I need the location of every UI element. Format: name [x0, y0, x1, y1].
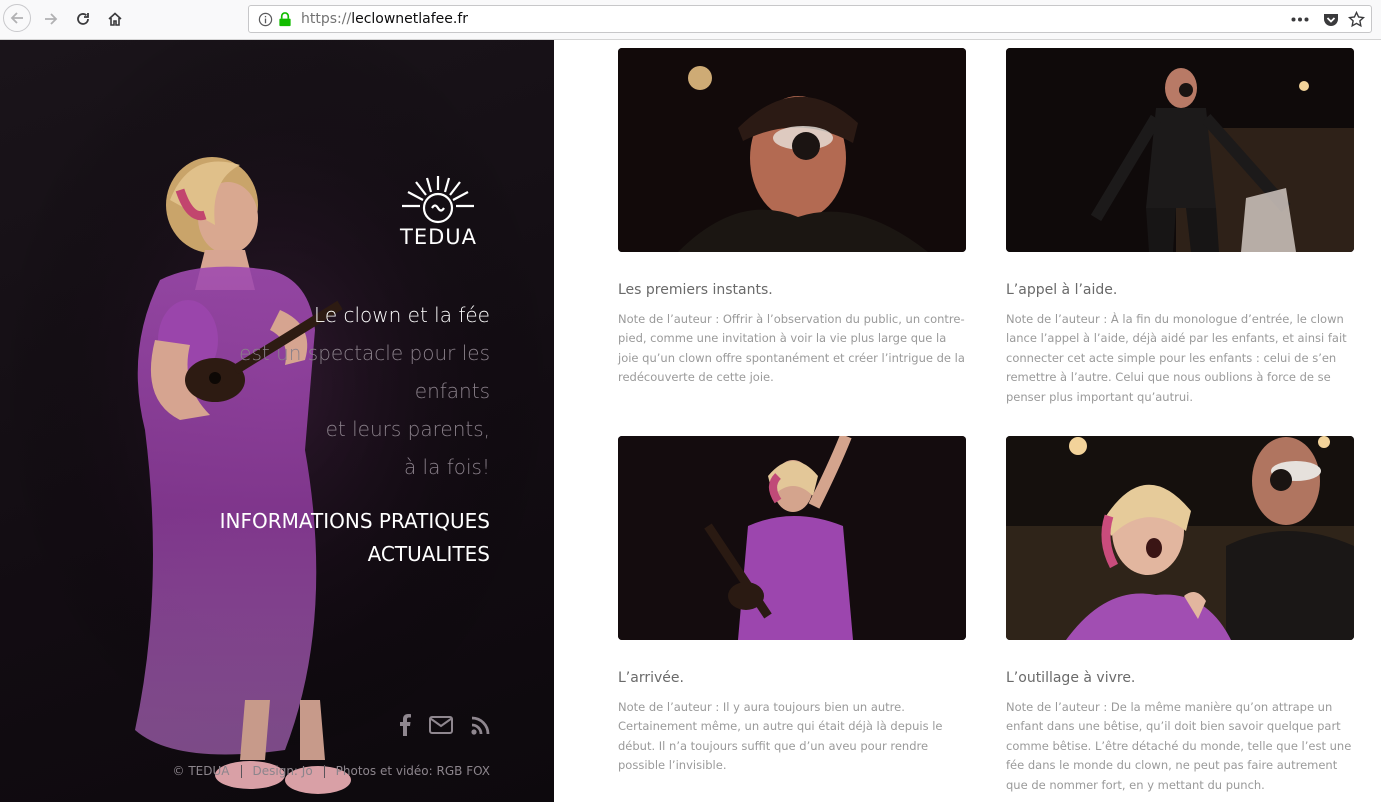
facebook-icon[interactable] — [399, 714, 411, 741]
card-title: Les premiers instants. — [618, 282, 773, 298]
content-grid: Les premiers instants. Note de l’auteur … — [554, 40, 1381, 802]
divider — [240, 764, 242, 778]
star-icon[interactable] — [1348, 11, 1365, 28]
card-title: L’outillage à vivre. — [1006, 670, 1136, 686]
card-text: Note de l’auteur : À la fin du monologue… — [1006, 312, 1347, 404]
address-bar[interactable]: https://leclownetlafee.fr — [248, 5, 1372, 33]
copyright-text: © TEDUA — [172, 764, 230, 778]
home-icon — [108, 12, 122, 26]
url-text[interactable]: https://leclownetlafee.fr — [301, 11, 468, 27]
tagline-line: Le clown et la fée — [314, 303, 490, 327]
show-card: L’outillage à vivre. Note de l’auteur : … — [1006, 436, 1354, 795]
hero-tagline: Le clown et la fée est un spectacle pour… — [239, 296, 490, 486]
reload-button[interactable] — [68, 5, 98, 33]
more-icon[interactable] — [1291, 17, 1309, 22]
mail-icon[interactable] — [429, 716, 453, 739]
home-button[interactable] — [100, 5, 130, 33]
card-text: Note de l’auteur : Offrir à l’observatio… — [618, 312, 965, 385]
lock-icon[interactable] — [278, 12, 292, 27]
card-text: Note de l’auteur : Il y aura toujours bi… — [618, 700, 943, 773]
main-menu: INFORMATIONS PRATIQUES ACTUALITES — [220, 505, 490, 571]
card-title: L’arrivée. — [618, 670, 684, 686]
show-card: Les premiers instants. Note de l’auteur … — [618, 48, 966, 388]
hero-panel: TEDUA Le clown et la fée est un spectacl… — [0, 40, 554, 802]
menu-informations-pratiques[interactable]: INFORMATIONS PRATIQUES — [220, 505, 490, 538]
menu-actualites[interactable]: ACTUALITES — [220, 538, 490, 571]
info-icon[interactable] — [258, 12, 273, 27]
card-photo[interactable] — [1006, 48, 1354, 252]
card-photo[interactable] — [618, 436, 966, 640]
browser-toolbar: https://leclownetlafee.fr — [0, 0, 1381, 40]
logo-text: TEDUA — [400, 225, 478, 249]
show-card: L’appel à l’aide. Note de l’auteur : À l… — [1006, 48, 1354, 407]
card-photo[interactable] — [618, 48, 966, 252]
show-card: L’arrivée. Note de l’auteur : Il y aura … — [618, 436, 966, 776]
card-text: Note de l’auteur : De la même manière qu… — [1006, 700, 1352, 792]
tagline-line: et leurs parents, — [325, 417, 490, 441]
back-button[interactable] — [3, 4, 31, 32]
card-photo[interactable] — [1006, 436, 1354, 640]
tagline-line: à la fois! — [403, 455, 490, 479]
divider — [323, 764, 325, 778]
photo-credit: Photos et vidéo: RGB FOX — [335, 764, 490, 778]
tagline-line: est un spectacle pour les — [239, 341, 490, 365]
design-credit: Design: Jo — [252, 764, 313, 778]
pocket-icon[interactable] — [1323, 12, 1339, 27]
rss-icon[interactable] — [471, 716, 490, 740]
tagline-line: enfants — [414, 379, 490, 403]
arrow-right-icon — [45, 13, 58, 25]
url-host: leclownetlafee.fr — [351, 11, 469, 27]
url-scheme: https:// — [301, 11, 352, 27]
social-links — [399, 714, 490, 741]
card-title: L’appel à l’aide. — [1006, 282, 1118, 298]
reload-icon — [77, 13, 89, 25]
forward-button[interactable] — [36, 5, 66, 33]
arrow-left-icon — [10, 12, 23, 24]
hero-footer: © TEDUA Design: Jo Photos et vidéo: RGB … — [173, 764, 490, 778]
